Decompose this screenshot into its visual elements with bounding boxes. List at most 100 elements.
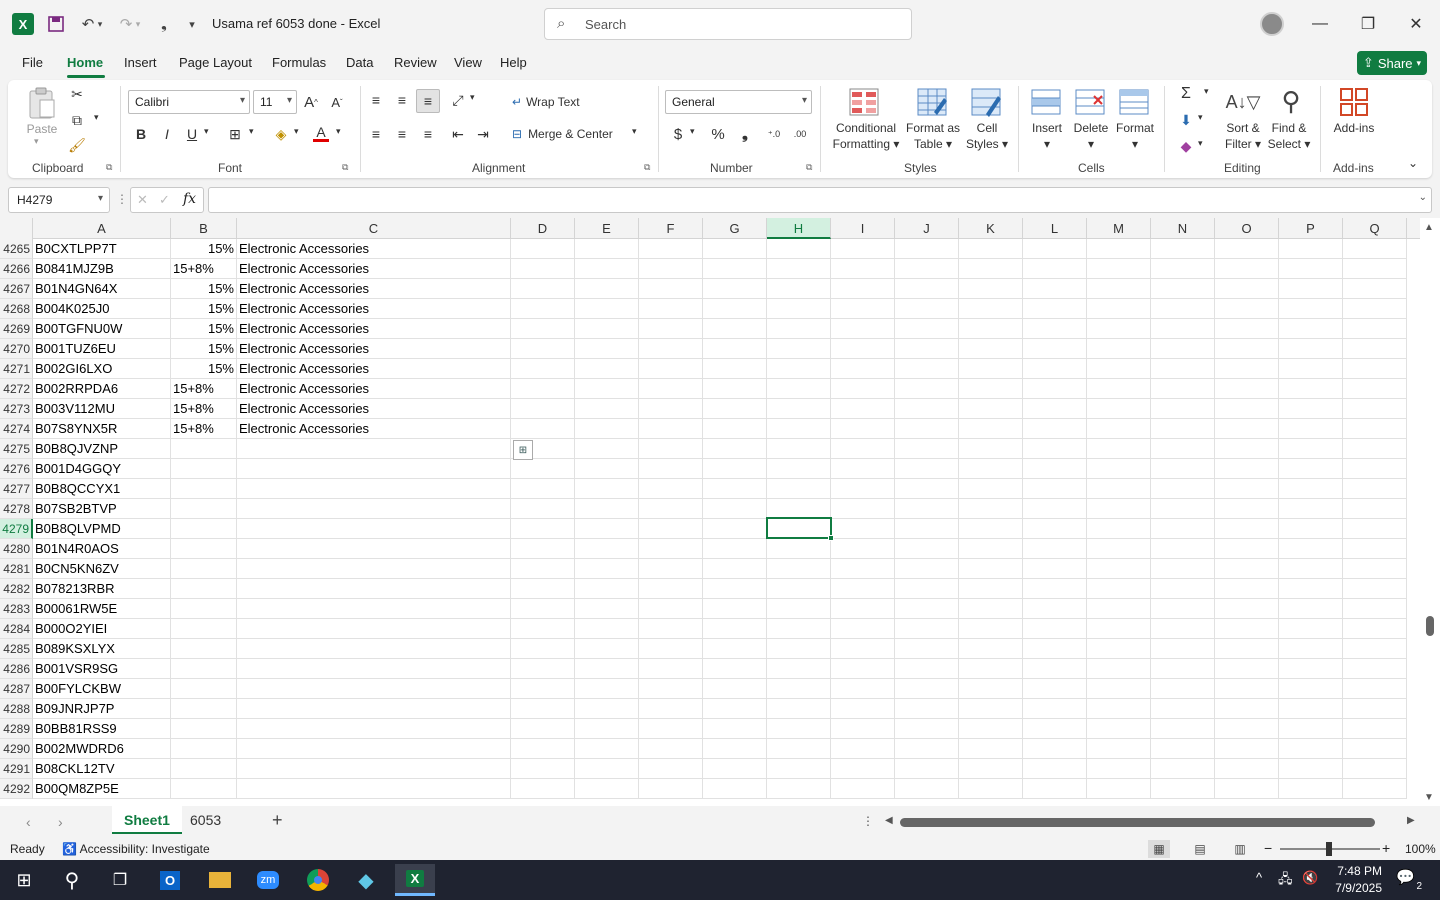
- scroll-up-icon[interactable]: ▲: [1424, 222, 1434, 233]
- grid-cell[interactable]: [1343, 739, 1407, 759]
- row-header[interactable]: 4266: [0, 259, 33, 279]
- grid-cell[interactable]: [1023, 239, 1087, 259]
- grid-cell[interactable]: [171, 559, 237, 579]
- grid-cell[interactable]: [575, 419, 639, 439]
- grid-cell[interactable]: [703, 639, 767, 659]
- tab-formulas[interactable]: Formulas: [272, 55, 326, 70]
- row-header[interactable]: 4277: [0, 479, 33, 499]
- grid-cell[interactable]: [639, 279, 703, 299]
- grid-cell[interactable]: [575, 339, 639, 359]
- grid-cell[interactable]: [639, 499, 703, 519]
- row-header[interactable]: 4278: [0, 499, 33, 519]
- grid-cell[interactable]: [1279, 399, 1343, 419]
- italic-button[interactable]: I: [158, 124, 176, 144]
- grid-cell[interactable]: [959, 239, 1023, 259]
- grid-cell[interactable]: [959, 579, 1023, 599]
- grid-cell[interactable]: B001VSR9SG: [33, 659, 171, 679]
- sheet-tab-6053[interactable]: 6053: [178, 806, 233, 834]
- system-clock[interactable]: 7:48 PM 7/9/2025: [1332, 863, 1382, 897]
- zoom-out-icon[interactable]: −: [1264, 840, 1272, 856]
- grid-cell[interactable]: B000O2YIEI: [33, 619, 171, 639]
- tab-review[interactable]: Review: [394, 55, 437, 70]
- grid-cell[interactable]: [767, 339, 831, 359]
- formula-input[interactable]: ⌄: [208, 187, 1432, 213]
- zoom-slider-knob[interactable]: [1326, 842, 1332, 856]
- grid-cell[interactable]: [831, 299, 895, 319]
- grid-cell[interactable]: [767, 699, 831, 719]
- grid-cell[interactable]: B001D4GGQY: [33, 459, 171, 479]
- grid-cell[interactable]: [831, 599, 895, 619]
- decrease-font-icon[interactable]: Aˇ: [328, 92, 346, 112]
- grid-cell[interactable]: [639, 419, 703, 439]
- grid-cell[interactable]: 15%: [171, 339, 237, 359]
- grid-cell[interactable]: [1023, 559, 1087, 579]
- grid-cell[interactable]: [171, 439, 237, 459]
- grid-cell[interactable]: [575, 719, 639, 739]
- grid-cell[interactable]: [575, 399, 639, 419]
- grid-cell[interactable]: [959, 479, 1023, 499]
- copy-icon[interactable]: ⧉: [66, 110, 88, 130]
- grid-cell[interactable]: [1215, 679, 1279, 699]
- grid-cell[interactable]: [171, 659, 237, 679]
- grid-cell[interactable]: B07S8YNX5R: [33, 419, 171, 439]
- column-header-k[interactable]: K: [959, 218, 1023, 239]
- tab-view[interactable]: View: [454, 55, 482, 70]
- font-name-dropdown[interactable]: Calibri ▾: [128, 90, 250, 114]
- grid-cell[interactable]: [703, 419, 767, 439]
- grid-cell[interactable]: [1215, 359, 1279, 379]
- horizontal-scroll-thumb[interactable]: [900, 818, 1375, 827]
- column-header-m[interactable]: M: [1087, 218, 1151, 239]
- underline-dropdown-icon[interactable]: ▾: [204, 126, 209, 137]
- grid-cell[interactable]: [237, 459, 511, 479]
- grid-cell[interactable]: [1087, 399, 1151, 419]
- grid-cell[interactable]: [767, 259, 831, 279]
- grid-cell[interactable]: [831, 259, 895, 279]
- grid-cell[interactable]: [959, 719, 1023, 739]
- grid-cell[interactable]: [171, 779, 237, 799]
- grid-cell[interactable]: [895, 759, 959, 779]
- fill-dropdown-icon[interactable]: ▾: [1198, 112, 1203, 123]
- grid-cell[interactable]: [703, 519, 767, 539]
- grid-cell[interactable]: [1087, 659, 1151, 679]
- zoom-app-icon[interactable]: zm: [248, 864, 288, 896]
- grid-cell[interactable]: [703, 599, 767, 619]
- grid-cell[interactable]: [1279, 379, 1343, 399]
- sheet-tab-sheet1[interactable]: Sheet1: [112, 806, 182, 834]
- grid-cell[interactable]: [703, 399, 767, 419]
- grid-cell[interactable]: [639, 619, 703, 639]
- grid-cell[interactable]: [1151, 719, 1215, 739]
- grid-cell[interactable]: [639, 359, 703, 379]
- grid-cell[interactable]: [831, 479, 895, 499]
- grid-cell[interactable]: [703, 579, 767, 599]
- grid-cell[interactable]: [1023, 319, 1087, 339]
- grid-cell[interactable]: [1151, 559, 1215, 579]
- number-launcher-icon[interactable]: ⧉: [806, 162, 812, 173]
- grid-cell[interactable]: B089KSXLYX: [33, 639, 171, 659]
- grid-cell[interactable]: Electronic Accessories: [237, 339, 511, 359]
- grid-cell[interactable]: [639, 459, 703, 479]
- grid-cell[interactable]: [895, 499, 959, 519]
- grid-cell[interactable]: B01N4R0AOS: [33, 539, 171, 559]
- grid-cell[interactable]: [639, 739, 703, 759]
- grid-cell[interactable]: [1215, 379, 1279, 399]
- grid-cell[interactable]: [767, 239, 831, 259]
- grid-cell[interactable]: [511, 699, 575, 719]
- add-ins-button[interactable]: Add-ins: [1326, 120, 1382, 136]
- row-header[interactable]: 4289: [0, 719, 33, 739]
- grid-cell[interactable]: [575, 479, 639, 499]
- format-as-table-button[interactable]: Format as Table ▾: [900, 120, 966, 152]
- grid-cell[interactable]: [895, 579, 959, 599]
- grid-cell[interactable]: [1343, 679, 1407, 699]
- number-format-dropdown[interactable]: General ▾: [665, 90, 812, 114]
- grid-cell[interactable]: [767, 439, 831, 459]
- grid-cell[interactable]: [171, 479, 237, 499]
- grid-cell[interactable]: [1023, 719, 1087, 739]
- grid-cell[interactable]: [1215, 499, 1279, 519]
- grid-cell[interactable]: [639, 639, 703, 659]
- next-sheet-icon[interactable]: ›: [58, 814, 63, 830]
- grid-cell[interactable]: [511, 499, 575, 519]
- grid-cell[interactable]: [1087, 579, 1151, 599]
- grid-cell[interactable]: [1087, 439, 1151, 459]
- grid-cell[interactable]: [639, 759, 703, 779]
- vertical-scroll-thumb[interactable]: [1426, 616, 1434, 636]
